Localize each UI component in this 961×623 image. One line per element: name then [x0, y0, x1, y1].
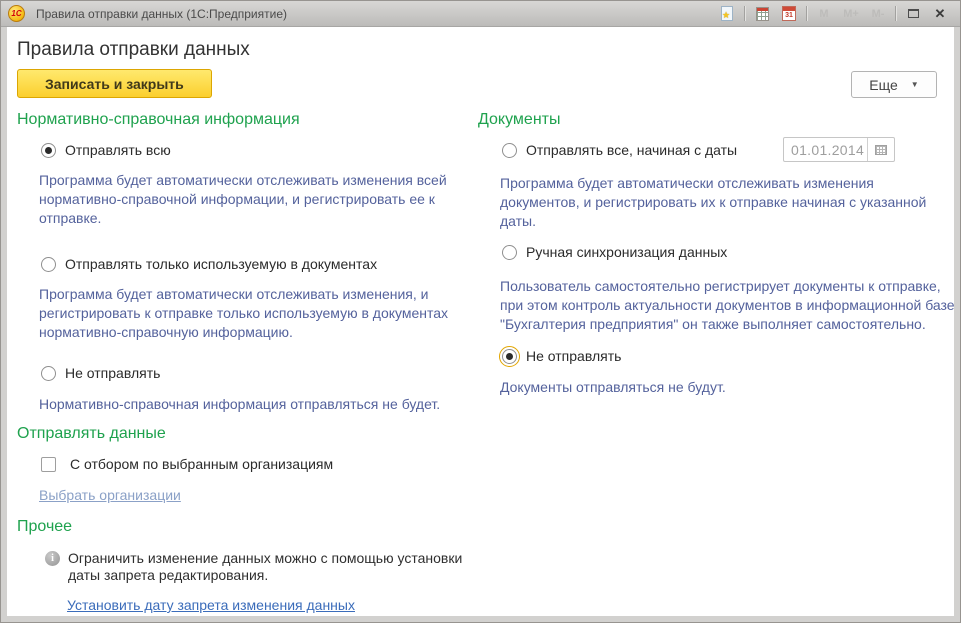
- checkbox-icon[interactable]: [41, 457, 56, 472]
- calendar-icon: 31: [782, 6, 796, 21]
- note-no-send-nsi: Нормативно-справочная информация отправл…: [39, 395, 469, 414]
- radio-label: Отправлять только используемую в докумен…: [65, 256, 377, 272]
- radio-icon[interactable]: [41, 366, 56, 381]
- checkbox-label: С отбором по выбранным организациям: [70, 456, 333, 472]
- note-send-all-nsi: Программа будет автоматически отслеживат…: [39, 171, 469, 228]
- memory-m-button: M: [814, 4, 834, 24]
- titlebar-separator: [744, 6, 745, 21]
- set-restriction-date-link[interactable]: Установить дату запрета изменения данных: [67, 597, 355, 613]
- start-date-field[interactable]: 01.01.2014: [783, 137, 895, 162]
- radio-send-used-nsi[interactable]: Отправлять только используемую в докумен…: [41, 256, 469, 272]
- titlebar-separator: [895, 6, 896, 21]
- radio-label: Отправлять все, начиная с даты: [526, 142, 737, 158]
- radio-icon[interactable]: [502, 245, 517, 260]
- favorites-icon: ★: [721, 6, 733, 21]
- checkbox-filter-orgs[interactable]: С отбором по выбранным организациям: [41, 456, 469, 472]
- radio-icon[interactable]: [41, 257, 56, 272]
- info-text: Ограничить изменение данных можно с помо…: [68, 550, 469, 584]
- start-date-value[interactable]: 01.01.2014: [784, 138, 867, 161]
- memory-m-minus-button: M-: [868, 4, 888, 24]
- radio-label: Отправлять всю: [65, 142, 171, 158]
- info-icon: i: [45, 551, 60, 566]
- radio-no-send-nsi[interactable]: Не отправлять: [41, 365, 469, 381]
- radio-icon[interactable]: [502, 143, 517, 158]
- radio-no-send-docs[interactable]: Не отправлять: [502, 348, 958, 364]
- more-button-label: Еще: [869, 77, 898, 93]
- form-content: Правила отправки данных Записать и закры…: [7, 27, 954, 616]
- radio-send-all-nsi[interactable]: Отправлять всю: [41, 142, 469, 158]
- note-send-all-docs: Программа будет автоматически отслеживат…: [500, 174, 958, 231]
- 1c-logo-icon: 1С: [8, 5, 25, 22]
- titlebar-separator: [806, 6, 807, 21]
- page-title: Правила отправки данных: [17, 39, 250, 61]
- close-button[interactable]: ✕: [930, 4, 950, 24]
- more-button[interactable]: Еще ▼: [851, 71, 937, 98]
- radio-icon[interactable]: [502, 349, 517, 364]
- radio-send-all-docs[interactable]: Отправлять все, начиная с даты 01.01.201…: [502, 142, 958, 158]
- app-window: 1С Правила отправки данных (1С:Предприят…: [0, 0, 961, 623]
- calendar-picker-icon: [875, 145, 887, 155]
- chevron-down-icon: ▼: [911, 80, 919, 89]
- calendar-button[interactable]: 31: [779, 4, 799, 24]
- section-header-nsi: Нормативно-справочная информация: [17, 111, 469, 129]
- favorites-button[interactable]: ★: [717, 4, 737, 24]
- info-row: i Ограничить изменение данных можно с по…: [45, 550, 469, 584]
- note-send-used-nsi: Программа будет автоматически отслеживат…: [39, 285, 469, 342]
- nsi-column: Нормативно-справочная информация Отправл…: [17, 111, 469, 615]
- date-picker-button[interactable]: [867, 138, 894, 161]
- maximize-button[interactable]: [903, 4, 923, 24]
- memory-m-plus-button: M+: [841, 4, 861, 24]
- calculator-button[interactable]: [752, 4, 772, 24]
- window-title: Правила отправки данных (1С:Предприятие): [36, 7, 287, 21]
- radio-icon[interactable]: [41, 143, 56, 158]
- save-and-close-button[interactable]: Записать и закрыть: [17, 69, 212, 98]
- radio-manual-sync[interactable]: Ручная синхронизация данных: [502, 244, 958, 260]
- note-manual-sync: Пользователь самостоятельно регистрирует…: [500, 277, 958, 334]
- section-header-send-data: Отправлять данные: [17, 425, 469, 443]
- documents-column: Документы Отправлять все, начиная с даты…: [478, 111, 958, 397]
- radio-label: Не отправлять: [65, 365, 160, 381]
- maximize-icon: [908, 9, 919, 18]
- select-organizations-link[interactable]: Выбрать организации: [39, 487, 181, 503]
- radio-label: Не отправлять: [526, 348, 621, 364]
- radio-label: Ручная синхронизация данных: [526, 244, 727, 260]
- calculator-icon: [756, 7, 769, 21]
- section-header-documents: Документы: [478, 111, 958, 129]
- close-icon: ✕: [935, 7, 946, 20]
- note-no-send-docs: Документы отправляться не будут.: [500, 378, 958, 397]
- section-header-other: Прочее: [17, 518, 469, 536]
- title-bar: 1С Правила отправки данных (1С:Предприят…: [1, 1, 960, 27]
